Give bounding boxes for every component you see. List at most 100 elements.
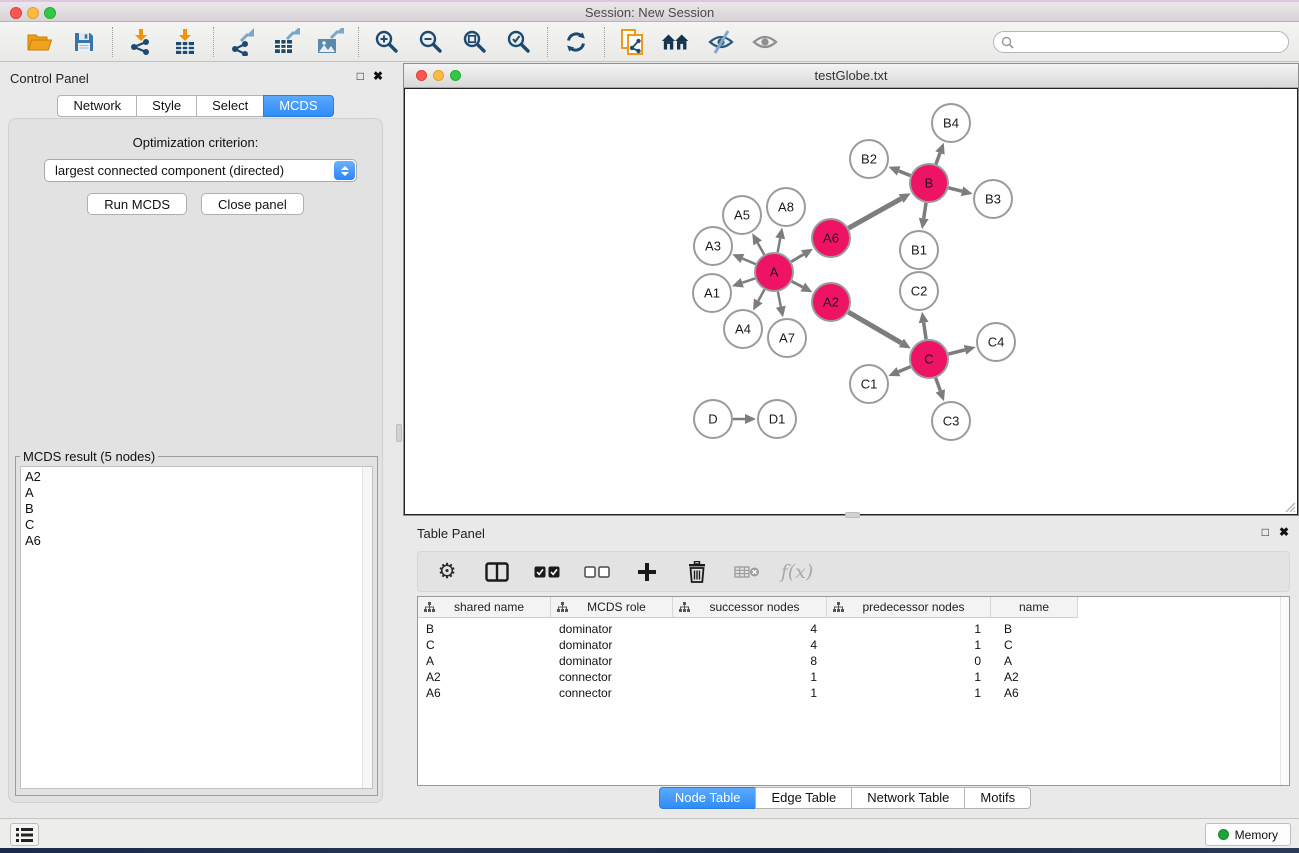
edge-A-A6[interactable] (791, 254, 803, 261)
tab-mcds[interactable]: MCDS (263, 95, 333, 117)
table-row[interactable]: A2connector11A2 (418, 669, 1289, 685)
show-all-icon[interactable] (749, 26, 781, 58)
float-panel-icon[interactable]: □ (357, 69, 364, 83)
network-graph[interactable]: B4B2BB3B1A5A8A6A3AA1A2C2A4A7C4CC1C3DD1 (405, 89, 1297, 514)
edge-A-A7[interactable] (778, 292, 781, 307)
table-cell[interactable]: connector (551, 685, 673, 701)
resize-grip-icon[interactable] (1282, 499, 1296, 513)
table-row[interactable]: Bdominator41B (418, 621, 1289, 637)
column-header-successor-nodes[interactable]: successor nodes (673, 597, 827, 618)
edge-C-C1[interactable] (899, 367, 911, 372)
table-cell[interactable]: 4 (673, 637, 827, 653)
clone-network-icon[interactable] (617, 26, 649, 58)
edge-C-C4[interactable] (948, 350, 965, 354)
edge-B-B3[interactable] (948, 188, 962, 191)
table-cell[interactable]: 1 (827, 621, 991, 637)
network-window-titlebar[interactable]: testGlobe.txt (404, 64, 1298, 88)
close-panel-button[interactable]: Close panel (201, 193, 304, 215)
table-cell[interactable]: A (418, 653, 551, 669)
mcds-result-item[interactable]: B (25, 501, 372, 517)
optimization-criterion-select[interactable]: largest connected component (directed) (44, 159, 357, 182)
edge-A-A4[interactable] (758, 290, 764, 301)
mcds-result-item[interactable]: A2 (25, 469, 372, 485)
table-cell[interactable]: connector (551, 669, 673, 685)
table-cell[interactable]: 1 (827, 685, 991, 701)
edge-A2-C[interactable] (848, 312, 901, 343)
table-cell[interactable]: 1 (673, 685, 827, 701)
tab-select[interactable]: Select (196, 95, 264, 117)
open-file-icon[interactable] (24, 26, 56, 58)
edge-B-B1[interactable] (924, 203, 926, 219)
edge-A-A1[interactable] (742, 278, 755, 282)
export-network-icon[interactable] (226, 26, 258, 58)
table-cell[interactable]: 1 (673, 669, 827, 685)
deselect-all-checks-icon[interactable] (584, 559, 610, 585)
table-cell[interactable]: B (418, 621, 551, 637)
tab-motifs[interactable]: Motifs (964, 787, 1031, 809)
tab-network[interactable]: Network (57, 95, 137, 117)
column-header-MCDS-role[interactable]: MCDS role (551, 597, 673, 618)
close-panel-icon[interactable]: ✖ (373, 69, 383, 83)
tab-node-table[interactable]: Node Table (659, 787, 757, 809)
table-cell[interactable]: dominator (551, 637, 673, 653)
zoom-selected-icon[interactable] (503, 26, 535, 58)
split-columns-icon[interactable] (484, 559, 510, 585)
mcds-result-list[interactable]: A2ABCA6 (20, 466, 373, 789)
table-row[interactable]: Cdominator41C (418, 637, 1289, 653)
table-cell[interactable]: dominator (551, 621, 673, 637)
table-settings-icon[interactable]: ⚙ (434, 559, 460, 585)
table-cell[interactable]: A (991, 653, 1078, 669)
column-header-shared-name[interactable]: shared name (418, 597, 551, 618)
float-table-panel-icon[interactable]: □ (1262, 525, 1269, 539)
import-table-icon[interactable] (169, 26, 201, 58)
tab-style[interactable]: Style (136, 95, 197, 117)
table-cell[interactable]: 1 (827, 637, 991, 653)
table-cell[interactable]: A6 (418, 685, 551, 701)
edge-B-B4[interactable] (936, 153, 940, 164)
edge-C-C2[interactable] (924, 323, 926, 340)
edge-A6-B[interactable] (848, 199, 901, 229)
mcds-result-item[interactable]: C (25, 517, 372, 533)
table-cell[interactable]: A2 (991, 669, 1078, 685)
table-cell[interactable]: A2 (418, 669, 551, 685)
table-scrollbar[interactable] (1280, 597, 1289, 785)
tab-edge-table[interactable]: Edge Table (755, 787, 852, 809)
select-all-checks-icon[interactable] (534, 559, 560, 585)
home-view-icon[interactable] (661, 26, 693, 58)
edge-A-A2[interactable] (792, 281, 803, 287)
splitter-handle-bottom[interactable] (845, 512, 860, 518)
delete-column-icon[interactable] (734, 559, 760, 585)
hide-selected-icon[interactable] (705, 26, 737, 58)
edge-B-B2[interactable] (899, 171, 911, 176)
add-entry-icon[interactable] (634, 559, 660, 585)
tab-network-table[interactable]: Network Table (851, 787, 965, 809)
export-table-icon[interactable] (270, 26, 302, 58)
network-canvas[interactable]: B4B2BB3B1A5A8A6A3AA1A2C2A4A7C4CC1C3DD1 (404, 88, 1298, 515)
column-header-name[interactable]: name (991, 597, 1078, 618)
delete-entry-icon[interactable] (684, 559, 710, 585)
splitter-handle-left[interactable] (396, 424, 402, 442)
table-row[interactable]: A6connector11A6 (418, 685, 1289, 701)
edge-C-C3[interactable] (936, 378, 941, 391)
table-cell[interactable]: 8 (673, 653, 827, 669)
table-cell[interactable]: 4 (673, 621, 827, 637)
refresh-layout-icon[interactable] (560, 26, 592, 58)
node-table[interactable]: shared nameMCDS rolesuccessor nodesprede… (417, 596, 1290, 786)
run-mcds-button[interactable]: Run MCDS (87, 193, 187, 215)
zoom-out-icon[interactable] (415, 26, 447, 58)
table-cell[interactable]: B (991, 621, 1078, 637)
search-field[interactable] (993, 31, 1289, 53)
result-scrollbar[interactable] (362, 467, 372, 788)
task-history-button[interactable] (10, 823, 39, 846)
table-cell[interactable]: 0 (827, 653, 991, 669)
import-network-icon[interactable] (125, 26, 157, 58)
edge-A-A3[interactable] (742, 259, 755, 265)
table-cell[interactable]: A6 (991, 685, 1078, 701)
edge-A-A8[interactable] (778, 238, 781, 252)
table-row[interactable]: Adominator80A (418, 653, 1289, 669)
column-header-predecessor-nodes[interactable]: predecessor nodes (827, 597, 991, 618)
mcds-result-item[interactable]: A (25, 485, 372, 501)
table-cell[interactable]: dominator (551, 653, 673, 669)
apply-function-icon[interactable]: f(x) (784, 559, 810, 585)
export-image-icon[interactable] (314, 26, 346, 58)
